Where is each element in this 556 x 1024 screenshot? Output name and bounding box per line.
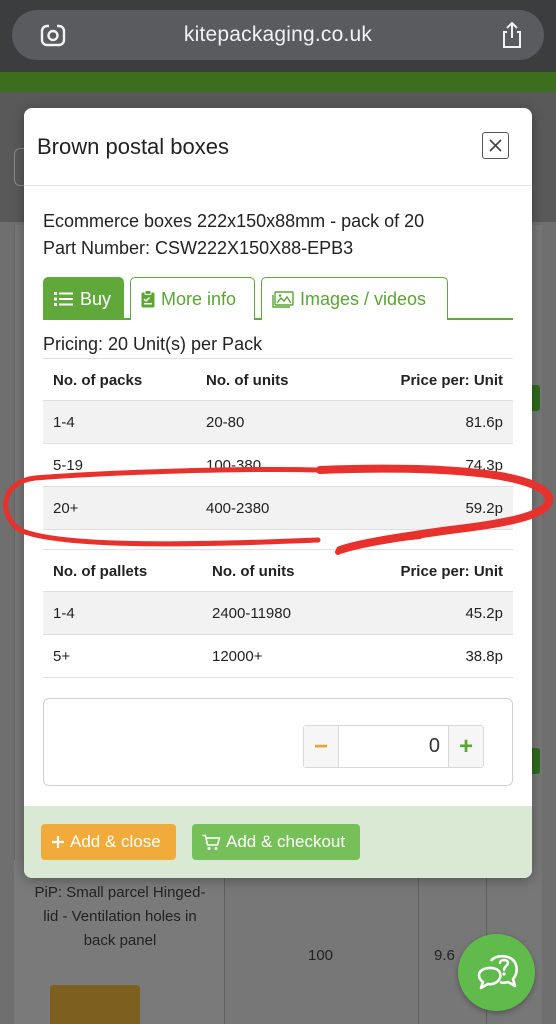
modal-tabs: Buy More info Images / videos <box>43 277 513 320</box>
header-units: No. of units <box>206 372 289 389</box>
packs-cell: 20+ <box>53 500 79 517</box>
add-close-label: Add & close <box>70 832 161 851</box>
background-quantity: 100 <box>308 947 334 964</box>
tab-buy[interactable]: Buy <box>43 277 124 320</box>
address-bar[interactable]: kitepackaging.co.uk <box>12 10 544 60</box>
close-icon <box>489 139 502 152</box>
product-modal: Brown postal boxes Ecommerce boxes 222x1… <box>24 108 532 878</box>
tab-more-info-label: More info <box>161 288 237 309</box>
image-icon <box>272 290 294 308</box>
price-cell: 59.2p <box>465 500 503 517</box>
url-text: kitepackaging.co.uk <box>183 23 373 46</box>
chat-help-icon <box>477 954 518 989</box>
table-row: 5+ 12000+ 38.8p <box>43 635 513 678</box>
cart-icon <box>202 834 221 850</box>
modal-footer: Add & close Add & checkout <box>24 806 532 878</box>
packs-cell: 1-4 <box>53 414 75 431</box>
table-row: 1-4 20-80 81.6p <box>43 401 513 444</box>
price-cell: 45.2p <box>465 605 503 622</box>
table-row: 5-19 100-380 74.3p <box>43 444 513 487</box>
header-pallets: No. of pallets <box>53 563 148 580</box>
header-packs: No. of packs <box>53 372 143 389</box>
table-row: 1-4 2400-11980 45.2p <box>43 592 513 635</box>
increment-button[interactable]: + <box>448 726 483 767</box>
units-cell: 20-80 <box>206 414 245 431</box>
add-checkout-button[interactable]: Add & checkout <box>192 824 360 860</box>
tab-buy-label: Buy <box>80 288 112 309</box>
add-close-button[interactable]: Add & close <box>41 824 176 860</box>
lens-search-icon[interactable] <box>40 22 66 48</box>
pallets-cell: 5+ <box>53 648 71 665</box>
share-icon[interactable] <box>500 21 524 49</box>
quantity-input[interactable]: 0 <box>339 726 448 767</box>
units-cell: 12000+ <box>212 648 263 665</box>
background-price: 9.6 <box>434 947 455 964</box>
table-header-row: No. of pallets No. of units Price per: U… <box>43 549 513 592</box>
price-cell: 38.8p <box>465 648 503 665</box>
header-price: Price per: Unit <box>400 563 503 580</box>
price-cell: 74.3p <box>465 457 503 474</box>
table-header-row: No. of packs No. of units Price per: Uni… <box>43 358 513 401</box>
background-product-text: PiP: Small parcel Hinged-lid - Ventilati… <box>34 884 206 949</box>
quantity-stepper: − 0 + <box>303 725 484 768</box>
pallet-pricing-table: No. of pallets No. of units Price per: U… <box>43 549 513 678</box>
tab-images-videos[interactable]: Images / videos <box>261 277 448 320</box>
product-image <box>50 985 140 1024</box>
decrement-button[interactable]: − <box>304 726 339 767</box>
price-cell: 81.6p <box>465 414 503 431</box>
units-cell: 100-380 <box>206 457 262 474</box>
header-units: No. of units <box>212 563 295 580</box>
pack-pricing-table: No. of packs No. of units Price per: Uni… <box>43 358 513 530</box>
chat-help-button[interactable] <box>458 934 535 1011</box>
tab-images-videos-label: Images / videos <box>300 288 427 309</box>
close-button[interactable] <box>482 132 509 159</box>
tab-more-info[interactable]: More info <box>130 277 255 320</box>
header-price: Price per: Unit <box>400 372 503 389</box>
product-name: Ecommerce boxes 222x150x88mm - pack of 2… <box>43 211 425 231</box>
modal-title: Brown postal boxes <box>37 134 229 159</box>
product-description: Ecommerce boxes 222x150x88mm - pack of 2… <box>43 208 424 262</box>
packs-cell: 5-19 <box>53 457 84 474</box>
site-header-bar <box>0 72 556 92</box>
plus-icon <box>52 836 64 848</box>
quantity-panel: − 0 + <box>43 698 513 786</box>
pricing-label: Pricing: 20 Unit(s) per Pack <box>43 334 263 354</box>
clipboard-check-icon <box>141 290 155 308</box>
units-cell: 400-2380 <box>206 500 270 517</box>
modal-header: Brown postal boxes <box>24 108 532 186</box>
units-cell: 2400-11980 <box>212 605 291 622</box>
table-row: 20+ 400-2380 59.2p <box>43 487 513 530</box>
part-number: Part Number: CSW222X150X88-EPB3 <box>43 238 354 258</box>
add-checkout-label: Add & checkout <box>226 832 346 851</box>
pallets-cell: 1-4 <box>53 605 75 622</box>
browser-toolbar: kitepackaging.co.uk <box>0 0 556 72</box>
list-icon <box>54 292 73 306</box>
